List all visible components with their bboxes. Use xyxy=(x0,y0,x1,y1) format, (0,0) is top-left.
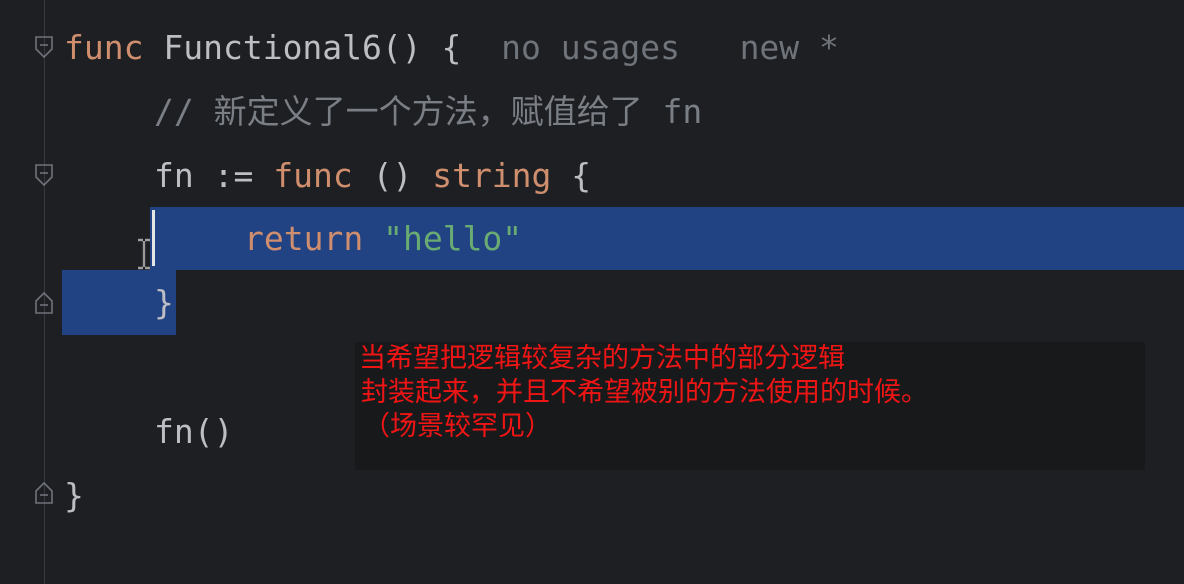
type-string: string xyxy=(432,156,552,195)
parens: () xyxy=(352,156,433,195)
annotation-line-2: 封装起来，并且不希望被别的方法使用的时候。 xyxy=(361,377,928,408)
code-line-comment[interactable]: // 新定义了一个方法，赋值给了 fn xyxy=(154,80,702,144)
function-name: Functional6 xyxy=(163,28,382,67)
string-literal: "hello" xyxy=(383,219,523,258)
code-line-close-closure[interactable]: } xyxy=(154,271,174,335)
close-brace: } xyxy=(154,283,174,322)
keyword-return: return xyxy=(244,219,364,258)
code-line-func-declaration[interactable]: func Functional6() { no usages new * xyxy=(64,16,839,80)
function-call: fn() xyxy=(154,412,234,451)
annotation-overlay: 当希望把逻辑较复杂的方法中的部分逻辑 封装起来，并且不希望被别的方法使用的时候。… xyxy=(355,342,1145,470)
variable-fn: fn xyxy=(154,156,194,195)
assign-operator: := xyxy=(193,156,274,195)
usages-hint[interactable]: no usages xyxy=(501,28,680,67)
keyword-func: func xyxy=(273,156,353,195)
code-line-call[interactable]: fn() xyxy=(154,400,233,464)
close-brace: } xyxy=(64,476,84,515)
keyword-func: func xyxy=(64,28,144,67)
comment-text: // 新定义了一个方法，赋值给了 fn xyxy=(154,92,703,131)
code-line-return[interactable]: return "hello" xyxy=(244,207,522,271)
author-hint[interactable]: new * xyxy=(740,28,839,67)
open-brace: { xyxy=(551,156,592,195)
code-line-close-func[interactable]: } xyxy=(64,464,84,528)
annotation-line-1: 当希望把逻辑较复杂的方法中的部分逻辑 xyxy=(359,343,845,374)
code-lines[interactable]: func Functional6() { no usages new * // … xyxy=(0,0,1184,584)
signature-rest: () { xyxy=(381,28,462,67)
annotation-line-3: （场景较罕见） xyxy=(363,411,552,442)
code-line-closure-assign[interactable]: fn := func () string { xyxy=(154,144,591,208)
code-editor[interactable]: func Functional6() { no usages new * // … xyxy=(0,0,1184,584)
